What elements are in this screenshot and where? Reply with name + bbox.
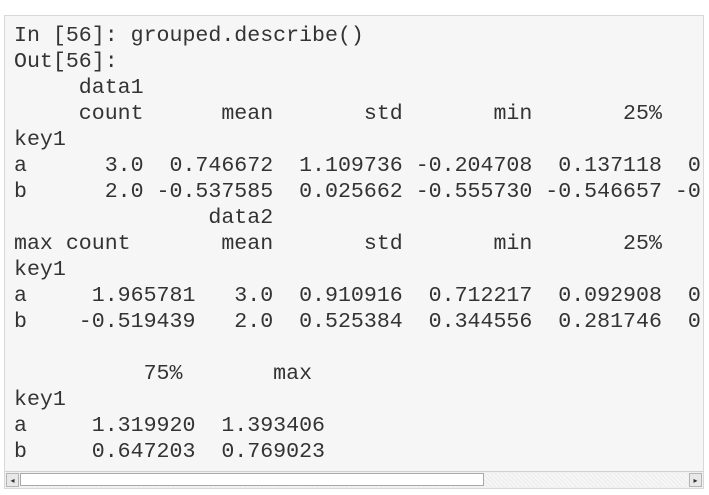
output-line: a 3.0 0.746672 1.109736 -0.204708 0.1371… <box>14 154 703 178</box>
output-line: b 2.0 -0.537585 0.025662 -0.555730 -0.54… <box>14 180 703 204</box>
input-prompt-line: In [56]: grouped.describe() <box>14 24 364 48</box>
output-line: a 1.319920 1.393406 <box>14 414 326 438</box>
output-line: data2 <box>14 206 274 230</box>
output-line: b -0.519439 2.0 0.525384 0.344556 0.2817… <box>14 310 703 334</box>
output-viewport: In [56]: grouped.describe() Out[56]: data… <box>5 16 703 471</box>
output-line: a 1.965781 3.0 0.910916 0.712217 0.09290… <box>14 284 703 308</box>
arrow-right-glyph: ▸ <box>693 475 698 485</box>
output-line: 75% max <box>14 362 313 386</box>
scrollbar-track[interactable] <box>20 473 688 487</box>
output-line: b 0.647203 0.769023 <box>14 440 326 464</box>
arrow-left-icon[interactable]: ◂ <box>6 473 19 487</box>
output-line: key1 <box>14 258 66 282</box>
output-line: key1 <box>14 388 66 412</box>
horizontal-scrollbar[interactable]: ◂ ▸ <box>5 471 703 488</box>
output-line: count mean std min 25% 50% 75% <box>78 102 662 126</box>
output-text: In [56]: grouped.describe() Out[56]: data… <box>14 23 703 465</box>
arrow-left-glyph: ◂ <box>10 475 15 485</box>
output-prompt-line: Out[56]: <box>14 50 118 74</box>
output-line: key1 <box>14 128 66 152</box>
output-cell: In [56]: grouped.describe() Out[56]: data… <box>4 15 704 489</box>
scrollbar-thumb[interactable] <box>20 473 484 486</box>
output-line: max count mean std min 25% 50% <box>14 232 662 256</box>
arrow-right-icon[interactable]: ▸ <box>689 473 702 487</box>
output-line: data1 <box>14 76 144 100</box>
